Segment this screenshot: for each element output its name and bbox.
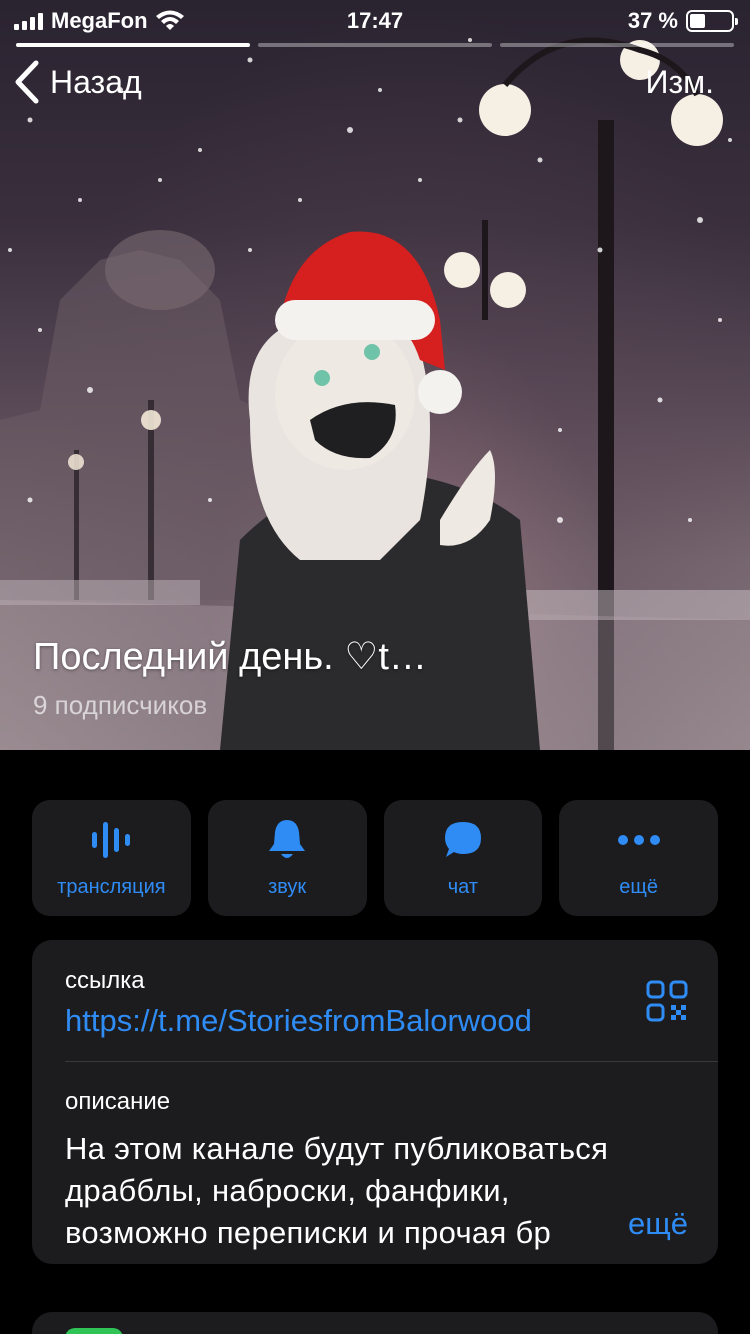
qr-code-icon[interactable] <box>646 980 688 1022</box>
action-buttons: трансляция звук чат ещё <box>32 800 718 916</box>
waveform-icon <box>89 818 133 862</box>
channel-link[interactable]: https://t.me/StoriesfromBalorwood <box>65 1003 532 1039</box>
link-label: ссылка <box>65 967 145 994</box>
bell-icon <box>267 818 307 862</box>
action-label: чат <box>447 875 478 898</box>
status-bar: MegaFon 17:47 37 % <box>0 0 750 40</box>
settings-badge-icon <box>65 1328 123 1334</box>
battery-percent: 37 % <box>627 8 678 33</box>
story-segment <box>16 43 250 47</box>
back-button[interactable]: Назад <box>14 60 142 104</box>
description-label: описание <box>65 1088 171 1115</box>
action-label: трансляция <box>57 875 166 898</box>
description-line: На этом канале будут публиковаться <box>65 1131 609 1166</box>
battery-level <box>690 14 705 28</box>
channel-header-photo: MegaFon 17:47 37 % Назад Изм. Последний … <box>0 0 750 750</box>
back-label: Назад <box>50 63 142 100</box>
channel-title: Последний день. ♡t… <box>33 636 427 678</box>
edit-button[interactable]: Изм. <box>645 64 714 101</box>
chat-bubble-icon <box>443 818 483 862</box>
more-button[interactable]: ещё <box>559 800 718 916</box>
description-more-link[interactable]: ещё <box>578 1206 688 1242</box>
more-dots-icon <box>617 818 661 862</box>
story-progress <box>16 43 734 47</box>
action-label: ещё <box>619 875 658 898</box>
chevron-left-icon <box>15 60 39 104</box>
story-segment <box>500 43 734 47</box>
story-segment <box>258 43 492 47</box>
divider <box>65 1061 718 1062</box>
chat-button[interactable]: чат <box>383 800 543 916</box>
status-right: 37 % <box>627 8 738 34</box>
next-settings-card[interactable] <box>32 1312 718 1334</box>
subscriber-count: 9 подписчиков <box>33 690 208 720</box>
battery-icon <box>686 10 738 32</box>
sound-button[interactable]: звук <box>207 800 367 916</box>
live-stream-button[interactable]: трансляция <box>32 800 191 916</box>
channel-info-card: ссылка https://t.me/StoriesfromBalorwood… <box>32 940 718 1264</box>
action-label: звук <box>268 875 307 898</box>
